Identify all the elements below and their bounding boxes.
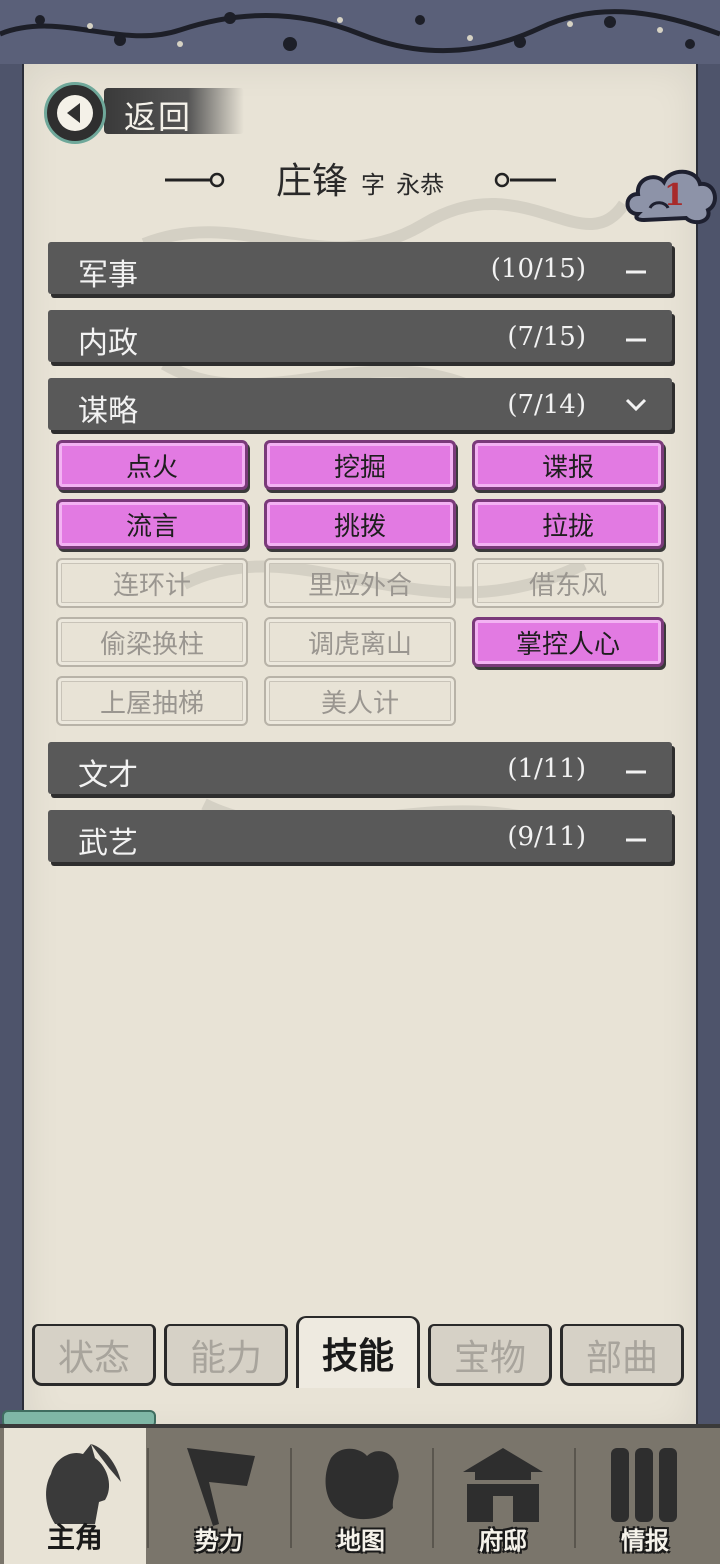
character-name: 庄锋: [275, 161, 348, 202]
category-name: 文才: [78, 758, 138, 793]
category-count: (7/15): [507, 322, 586, 352]
skill-button[interactable]: 挖掘: [264, 440, 456, 490]
nav-intelligence[interactable]: 情报: [574, 1428, 716, 1564]
category-military[interactable]: 军事 (10/15): [48, 242, 672, 294]
category-martial-arts[interactable]: 武艺 (9/11): [48, 810, 672, 862]
character-title: 庄锋 字 永恭: [0, 152, 720, 204]
skill-label: 调虎离山: [307, 629, 412, 660]
nav-label: 主角: [46, 1521, 103, 1554]
skill-label: 偷梁换柱: [99, 629, 204, 660]
skill-label: 连环计: [112, 570, 191, 601]
category-name: 内政: [78, 326, 138, 361]
map-icon: [325, 1448, 399, 1520]
section-tabs: 状态 能力 技能 宝物 部曲: [30, 1316, 690, 1390]
tab-treasure[interactable]: 宝物: [428, 1324, 552, 1386]
skill-label: 上屋抽梯: [99, 688, 204, 719]
skill-label: 挖掘: [333, 452, 386, 483]
back-button[interactable]: 返回: [44, 82, 244, 144]
skill-button[interactable]: 挑拨: [264, 499, 456, 549]
skill-button[interactable]: 偷梁换柱: [56, 617, 248, 667]
nav-hero[interactable]: 主角: [4, 1428, 146, 1564]
skill-button[interactable]: 里应外合: [264, 558, 456, 608]
tab-skills[interactable]: 技能: [296, 1316, 420, 1388]
tab-status[interactable]: 状态: [32, 1324, 156, 1386]
tab-label: 宝物: [453, 1337, 526, 1379]
skill-label: 挑拨: [333, 511, 386, 542]
skill-button[interactable]: 掌控人心: [472, 617, 664, 667]
bottom-nav: 主角 势力 地图 府邸 情报: [0, 1424, 720, 1564]
hero-portrait-icon: [46, 1444, 121, 1524]
skill-button[interactable]: 谍报: [472, 440, 664, 490]
tab-ability[interactable]: 能力: [164, 1324, 288, 1386]
category-literary-talent[interactable]: 文才 (1/11): [48, 742, 672, 794]
left-border: [0, 64, 24, 1434]
tab-troops[interactable]: 部曲: [560, 1324, 684, 1386]
calligraphy-watermark-icon: [141, 198, 629, 850]
skill-label: 谍报: [541, 452, 594, 483]
tab-label: 状态: [57, 1337, 130, 1379]
nav-label: 情报: [621, 1526, 669, 1555]
nav-faction[interactable]: 势力: [148, 1428, 290, 1564]
skill-button[interactable]: 上屋抽梯: [56, 676, 248, 726]
vine-ornament-icon: [0, 9, 720, 54]
collapse-dash-icon: [626, 838, 646, 842]
category-name: 武艺: [78, 826, 138, 861]
skill-button[interactable]: 调虎离山: [264, 617, 456, 667]
nav-label: 府邸: [479, 1526, 527, 1555]
badge-count: 1: [664, 178, 685, 213]
category-name: 谋略: [78, 394, 138, 429]
category-name: 军事: [78, 258, 138, 293]
right-border: [696, 64, 720, 1434]
skill-button[interactable]: 借东风: [472, 558, 664, 608]
courtesy-name: 永恭: [396, 171, 445, 199]
nav-label: 地图: [337, 1526, 385, 1555]
tab-label: 技能: [321, 1335, 394, 1377]
collapse-dash-icon: [626, 770, 646, 774]
nav-label: 势力: [195, 1526, 243, 1555]
title-ornament-right-icon: [494, 172, 556, 188]
category-strategy[interactable]: 谋略 (7/14): [48, 378, 672, 430]
chevron-down-icon: [625, 398, 647, 412]
nav-map[interactable]: 地图: [290, 1428, 432, 1564]
skill-button[interactable]: 拉拢: [472, 499, 664, 549]
skill-label: 美人计: [320, 688, 399, 719]
category-count: (7/14): [507, 390, 586, 420]
tab-label: 部曲: [585, 1337, 658, 1379]
top-decorative-border: [0, 0, 720, 67]
collapse-dash-icon: [626, 270, 646, 274]
category-civil-affairs[interactable]: 内政 (7/15): [48, 310, 672, 362]
skill-label: 借东风: [528, 570, 607, 601]
skill-label: 里应外合: [307, 570, 412, 601]
nav-mansion[interactable]: 府邸: [432, 1428, 574, 1564]
skill-button[interactable]: 美人计: [264, 676, 456, 726]
category-count: (10/15): [490, 254, 586, 284]
back-label: 返回: [124, 98, 193, 136]
skill-button[interactable]: 点火: [56, 440, 248, 490]
tab-label: 能力: [189, 1337, 262, 1379]
skill-label: 拉拢: [541, 511, 594, 542]
skill-button[interactable]: 连环计: [56, 558, 248, 608]
notification-cloud-badge[interactable]: 1: [624, 164, 720, 230]
skill-button[interactable]: 流言: [56, 499, 248, 549]
mansion-icon: [463, 1448, 543, 1522]
skill-label: 点火: [125, 452, 178, 483]
scrolls-icon: [611, 1448, 677, 1522]
back-arrow-icon: [44, 82, 106, 144]
skill-label: 流言: [125, 511, 178, 542]
skill-label: 掌控人心: [515, 629, 620, 660]
zi-label: 字: [361, 171, 385, 199]
banner-flag-icon: [187, 1448, 255, 1526]
category-count: (1/11): [507, 754, 586, 784]
category-count: (9/11): [507, 822, 586, 852]
collapse-dash-icon: [626, 338, 646, 342]
